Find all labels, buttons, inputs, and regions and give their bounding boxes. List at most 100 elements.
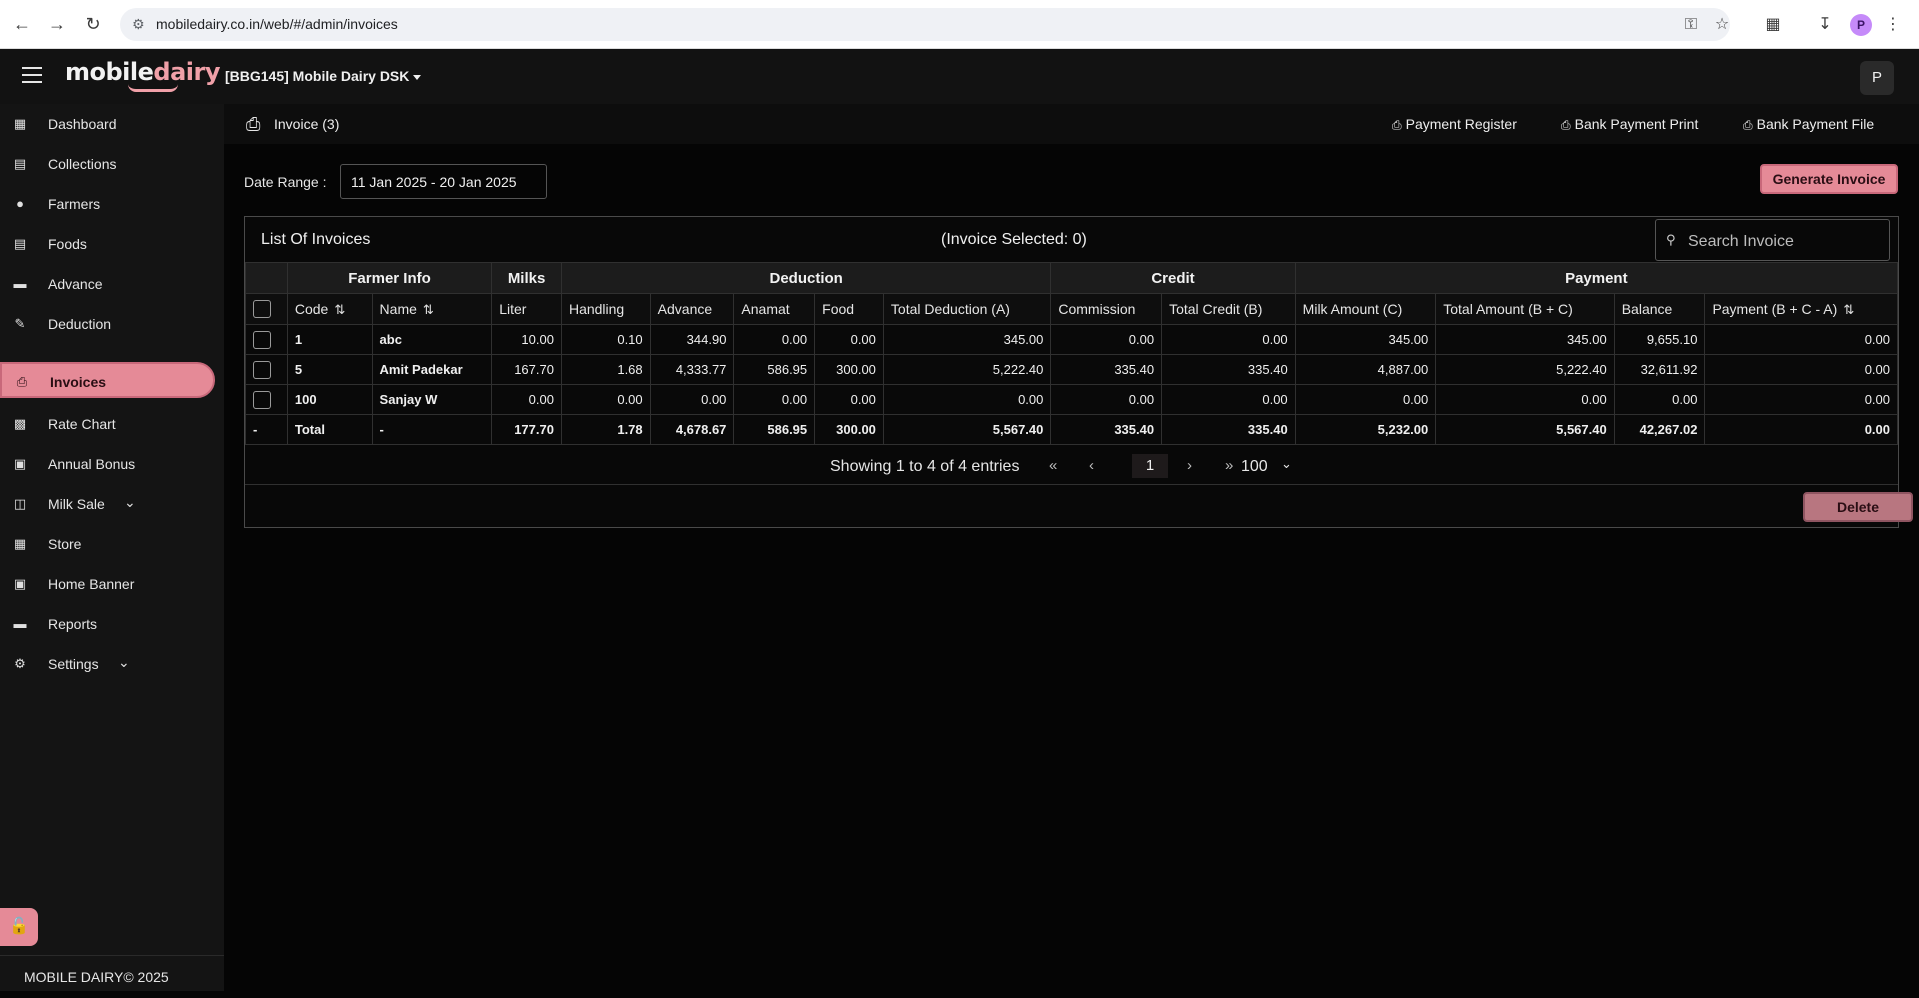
row-select-cell <box>245 324 288 355</box>
col-label: Code <box>294 300 329 317</box>
cell-payment: 0.00 <box>1704 414 1898 445</box>
browser-profile-avatar[interactable]: P <box>1850 14 1872 36</box>
sidebar-item-label: Advance <box>48 276 103 292</box>
row-checkbox[interactable] <box>253 390 271 409</box>
sidebar-item-foods[interactable]: ▤ Foods <box>0 226 215 262</box>
user-avatar-button[interactable]: P <box>1860 61 1894 95</box>
cell-name: - <box>371 414 493 445</box>
chevron-down-icon[interactable]: ⌄ <box>1281 456 1292 472</box>
sort-icon[interactable]: ⇅ <box>1843 302 1854 317</box>
first-page-button[interactable]: « <box>1049 457 1057 474</box>
col-code[interactable]: Code ⇅ <box>286 293 373 325</box>
star-icon[interactable]: ☆ <box>1711 14 1733 36</box>
sidebar-item-milk-sale[interactable]: ◫ Milk Sale ⌄ <box>0 486 215 522</box>
sidebar-item-dashboard[interactable]: ▦ Dashboard <box>0 106 215 142</box>
payment-register-link[interactable]: ⎙ Payment Register <box>1392 116 1517 133</box>
table-row[interactable]: 5 Amit Padekar 167.70 1.68 4,333.77 586.… <box>245 354 1898 385</box>
printer-icon: ⎙ <box>246 114 261 134</box>
invoice-list-panel: List Of Invoices (Invoice Selected: 0) ⚲… <box>244 216 1913 528</box>
reload-icon[interactable]: ↻ <box>83 14 103 34</box>
sidebar-item-annual-bonus[interactable]: ▣ Annual Bonus <box>0 446 215 482</box>
sidebar-item-store[interactable]: ▦ Store <box>0 526 215 562</box>
cell-liter: 167.70 <box>491 354 562 385</box>
generate-invoice-button[interactable]: Generate Invoice <box>1760 164 1898 194</box>
select-all-checkbox[interactable] <box>253 300 271 319</box>
col-commission: Commission <box>1050 293 1163 325</box>
printer-icon: ⎙ <box>1561 118 1571 132</box>
dairy-selector[interactable]: [BBG145] Mobile Dairy DSK <box>225 68 422 84</box>
hamburger-menu-icon[interactable] <box>22 67 42 83</box>
sidebar-item-rate-chart[interactable]: ▩ Rate Chart <box>0 406 215 442</box>
sort-icon[interactable]: ⇅ <box>423 302 434 317</box>
cell-total-amount: 5,222.40 <box>1435 354 1615 385</box>
link-label: Bank Payment File <box>1756 116 1875 132</box>
url-text[interactable]: mobiledairy.co.in/web/#/admin/invoices <box>156 16 398 32</box>
extensions-icon[interactable]: ▦ <box>1762 14 1784 36</box>
sidebar-item-farmers[interactable]: ● Farmers <box>0 186 215 222</box>
cell-name: Sanjay W <box>371 384 493 415</box>
bank-payment-file-link[interactable]: ⎙ Bank Payment File <box>1743 116 1874 133</box>
key-icon[interactable]: ⚿ <box>1680 14 1702 36</box>
row-checkbox[interactable] <box>253 360 271 379</box>
app-logo: mobiledairy <box>65 58 220 86</box>
last-page-button[interactable]: » <box>1225 457 1233 474</box>
site-info-icon[interactable]: ⚙ <box>132 16 145 33</box>
cell-total-deduction: 5,567.40 <box>882 414 1052 445</box>
print-icon: ⎙ <box>16 374 28 389</box>
lock-icon[interactable]: 🔓 <box>0 908 38 946</box>
cell-total-amount: 345.00 <box>1435 324 1615 355</box>
link-label: Payment Register <box>1405 116 1517 132</box>
col-payment[interactable]: Payment (B + C - A) ⇅ <box>1704 293 1898 325</box>
page-subheader: ⎙ Invoice (3) ⎙ Payment Register ⎙ Bank Pa… <box>224 104 1919 144</box>
cell-total-deduction: 345.00 <box>882 324 1052 355</box>
sidebar-item-label: Store <box>48 536 82 552</box>
sort-icon[interactable]: ⇅ <box>334 302 345 317</box>
page-size-select[interactable]: 100 <box>1241 458 1268 476</box>
sidebar-item-reports[interactable]: ▬ Reports <box>0 606 215 642</box>
sidebar-item-deduction[interactable]: ✎ Deduction <box>0 306 215 342</box>
next-page-button[interactable]: › <box>1187 457 1192 474</box>
back-arrow-icon[interactable]: ← <box>12 14 32 34</box>
sidebar-item-advance[interactable]: ▬ Advance <box>0 266 215 302</box>
sidebar-item-settings[interactable]: ⚙ Settings ⌄ <box>0 646 215 682</box>
cell-handling: 1.68 <box>560 354 651 385</box>
table-row[interactable]: 100 Sanjay W 0.00 0.00 0.00 0.00 0.00 0.… <box>245 384 1898 415</box>
bank-payment-print-link[interactable]: ⎙ Bank Payment Print <box>1561 116 1698 133</box>
cell-anamat: 586.95 <box>733 414 816 445</box>
search-placeholder: Search Invoice <box>1688 233 1794 250</box>
cell-total-credit: 335.40 <box>1161 414 1296 445</box>
deduction-icon: ✎ <box>14 316 26 331</box>
cell-food: 0.00 <box>814 324 884 355</box>
search-input[interactable]: ⚲ Search Invoice <box>1655 219 1890 261</box>
address-bar[interactable]: ⚙ mobiledairy.co.in/web/#/admin/invoices <box>120 8 1730 41</box>
cell-commission: 335.40 <box>1050 354 1163 385</box>
cell-handling: 0.10 <box>560 324 651 355</box>
sidebar-item-label: Foods <box>48 236 87 252</box>
col-total-credit: Total Credit (B) <box>1161 293 1296 325</box>
row-checkbox[interactable] <box>253 330 271 349</box>
forward-arrow-icon[interactable]: → <box>47 14 67 34</box>
download-icon[interactable]: ↧ <box>1814 14 1836 36</box>
cell-milk-amount: 5,232.00 <box>1294 414 1437 445</box>
folder-icon: ▬ <box>13 616 27 631</box>
sidebar-item-invoices[interactable]: ⎙ Invoices <box>0 362 215 398</box>
date-range-input[interactable]: 11 Jan 2025 - 20 Jan 2025 <box>340 164 547 199</box>
cell-payment: 0.00 <box>1704 384 1898 415</box>
sidebar-item-home-banner[interactable]: ▣ Home Banner <box>0 566 215 602</box>
sidebar-item-collections[interactable]: ▤ Collections <box>0 146 215 182</box>
sidebar-item-label: Collections <box>48 156 117 172</box>
col-anamat: Anamat <box>733 293 816 325</box>
current-page[interactable]: 1 <box>1132 454 1168 478</box>
sidebar-item-label: Farmers <box>48 196 101 212</box>
link-label: Bank Payment Print <box>1574 116 1699 132</box>
delete-button[interactable]: Delete <box>1803 492 1913 522</box>
dairy-name: [BBG145] Mobile Dairy DSK <box>225 68 410 84</box>
cell-anamat: 0.00 <box>733 384 816 415</box>
app-header: mobiledairy [BBG145] Mobile Dairy DSK P <box>0 49 1919 104</box>
col-total-amount: Total Amount (B + C) <box>1435 293 1615 325</box>
table-row[interactable]: 1 abc 10.00 0.10 344.90 0.00 0.00 345.00… <box>245 324 1898 355</box>
prev-page-button[interactable]: ‹ <box>1089 457 1094 474</box>
col-name[interactable]: Name ⇅ <box>371 293 493 325</box>
browser-menu-icon[interactable]: ⋮ <box>1882 14 1904 36</box>
table-group-header: Farmer Info Milks Deduction Credit Payme… <box>245 262 1899 294</box>
